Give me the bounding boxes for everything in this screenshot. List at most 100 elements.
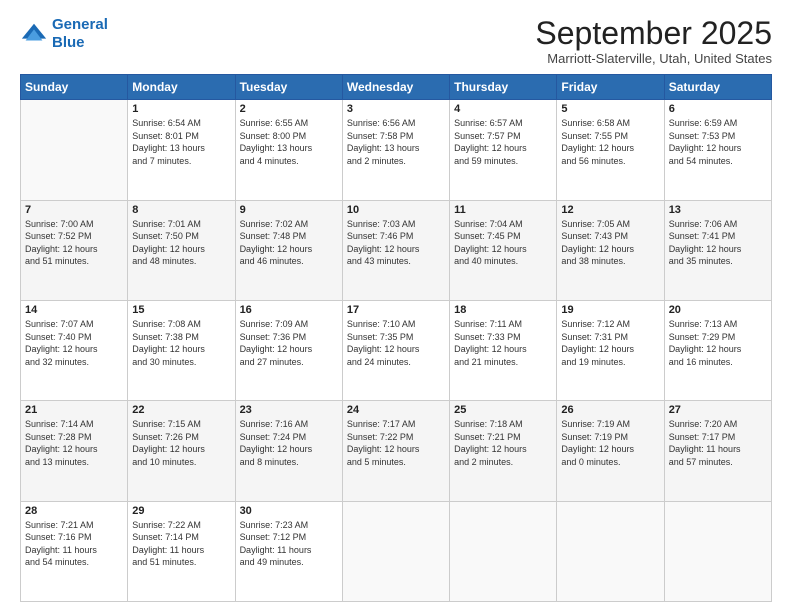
day-number: 16 [240, 304, 338, 316]
day-info: Sunrise: 7:23 AM Sunset: 7:12 PM Dayligh… [240, 519, 338, 569]
col-tuesday: Tuesday [235, 75, 342, 100]
col-friday: Friday [557, 75, 664, 100]
day-number: 29 [132, 505, 230, 517]
day-number: 13 [669, 204, 767, 216]
table-row: 13Sunrise: 7:06 AM Sunset: 7:41 PM Dayli… [664, 200, 771, 300]
day-number: 2 [240, 103, 338, 115]
col-wednesday: Wednesday [342, 75, 449, 100]
table-row [342, 501, 449, 601]
day-info: Sunrise: 6:58 AM Sunset: 7:55 PM Dayligh… [561, 117, 659, 167]
table-row: 21Sunrise: 7:14 AM Sunset: 7:28 PM Dayli… [21, 401, 128, 501]
day-info: Sunrise: 7:01 AM Sunset: 7:50 PM Dayligh… [132, 218, 230, 268]
col-sunday: Sunday [21, 75, 128, 100]
day-number: 22 [132, 404, 230, 416]
day-info: Sunrise: 7:05 AM Sunset: 7:43 PM Dayligh… [561, 218, 659, 268]
table-row: 18 Sunrise: 7:11 AM Sunset: 7:33 PM Dayli… [450, 300, 557, 400]
day-number: 5 [561, 103, 659, 115]
logo-text: General Blue [52, 16, 108, 52]
table-row: 5 Sunrise: 6:58 AM Sunset: 7:55 PM Daylig… [557, 100, 664, 200]
day-info: Sunrise: 6:59 AM Sunset: 7:53 PM Dayligh… [669, 117, 767, 167]
day-info: Sunrise: 7:07 AM Sunset: 7:40 PM Dayligh… [25, 318, 123, 368]
day-info: Sunrise: 6:57 AM Sunset: 7:57 PM Dayligh… [454, 117, 552, 167]
subtitle: Marriott-Slaterville, Utah, United State… [535, 51, 772, 66]
table-row: 19 Sunrise: 7:12 AM Sunset: 7:31 PM Dayli… [557, 300, 664, 400]
day-number: 28 [25, 505, 123, 517]
day-info: Sunrise: 7:13 AM Sunset: 7:29 PM Dayligh… [669, 318, 767, 368]
table-row: 26 Sunrise: 7:19 AM Sunset: 7:19 PM Dayli… [557, 401, 664, 501]
day-info: Sunrise: 6:55 AM Sunset: 8:00 PM Dayligh… [240, 117, 338, 167]
table-row: 30 Sunrise: 7:23 AM Sunset: 7:12 PM Dayli… [235, 501, 342, 601]
day-info: Sunrise: 7:15 AM Sunset: 7:26 PM Dayligh… [132, 418, 230, 468]
table-row: 3 Sunrise: 6:56 AM Sunset: 7:58 PM Daylig… [342, 100, 449, 200]
col-monday: Monday [128, 75, 235, 100]
main-title: September 2025 [535, 16, 772, 51]
day-number: 10 [347, 204, 445, 216]
table-row: 25 Sunrise: 7:18 AM Sunset: 7:21 PM Dayli… [450, 401, 557, 501]
calendar-table: Sunday Monday Tuesday Wednesday Thursday… [20, 74, 772, 602]
day-number: 30 [240, 505, 338, 517]
day-number: 18 [454, 304, 552, 316]
day-info: Sunrise: 6:56 AM Sunset: 7:58 PM Dayligh… [347, 117, 445, 167]
day-number: 6 [669, 103, 767, 115]
day-info: Sunrise: 7:08 AM Sunset: 7:38 PM Dayligh… [132, 318, 230, 368]
day-info: Sunrise: 7:17 AM Sunset: 7:22 PM Dayligh… [347, 418, 445, 468]
day-number: 27 [669, 404, 767, 416]
calendar-week-row: 28 Sunrise: 7:21 AM Sunset: 7:16 PM Dayli… [21, 501, 772, 601]
day-number: 15 [132, 304, 230, 316]
day-number: 4 [454, 103, 552, 115]
table-row: 2 Sunrise: 6:55 AM Sunset: 8:00 PM Daylig… [235, 100, 342, 200]
day-info: Sunrise: 7:10 AM Sunset: 7:35 PM Dayligh… [347, 318, 445, 368]
table-row: 16 Sunrise: 7:09 AM Sunset: 7:36 PM Dayli… [235, 300, 342, 400]
day-info: Sunrise: 7:21 AM Sunset: 7:16 PM Dayligh… [25, 519, 123, 569]
table-row [557, 501, 664, 601]
day-info: Sunrise: 7:00 AM Sunset: 7:52 PM Dayligh… [25, 218, 123, 268]
table-row: 8 Sunrise: 7:01 AM Sunset: 7:50 PM Daylig… [128, 200, 235, 300]
table-row: 24Sunrise: 7:17 AM Sunset: 7:22 PM Dayli… [342, 401, 449, 501]
table-row [664, 501, 771, 601]
day-number: 26 [561, 404, 659, 416]
day-number: 20 [669, 304, 767, 316]
table-row: 7Sunrise: 7:00 AM Sunset: 7:52 PM Daylig… [21, 200, 128, 300]
table-row: 4 Sunrise: 6:57 AM Sunset: 7:57 PM Daylig… [450, 100, 557, 200]
day-info: Sunrise: 7:09 AM Sunset: 7:36 PM Dayligh… [240, 318, 338, 368]
table-row: 28 Sunrise: 7:21 AM Sunset: 7:16 PM Dayli… [21, 501, 128, 601]
day-number: 23 [240, 404, 338, 416]
day-info: Sunrise: 7:20 AM Sunset: 7:17 PM Dayligh… [669, 418, 767, 468]
calendar-week-row: 7Sunrise: 7:00 AM Sunset: 7:52 PM Daylig… [21, 200, 772, 300]
table-row: 12 Sunrise: 7:05 AM Sunset: 7:43 PM Dayli… [557, 200, 664, 300]
table-row: 11 Sunrise: 7:04 AM Sunset: 7:45 PM Dayli… [450, 200, 557, 300]
day-number: 8 [132, 204, 230, 216]
calendar-week-row: 1Sunrise: 6:54 AM Sunset: 8:01 PM Daylig… [21, 100, 772, 200]
day-info: Sunrise: 7:12 AM Sunset: 7:31 PM Dayligh… [561, 318, 659, 368]
day-info: Sunrise: 7:04 AM Sunset: 7:45 PM Dayligh… [454, 218, 552, 268]
col-thursday: Thursday [450, 75, 557, 100]
day-info: Sunrise: 7:16 AM Sunset: 7:24 PM Dayligh… [240, 418, 338, 468]
header: General Blue September 2025 Marriott-Sla… [20, 16, 772, 66]
table-row [21, 100, 128, 200]
title-block: September 2025 Marriott-Slaterville, Uta… [535, 16, 772, 66]
table-row: 10 Sunrise: 7:03 AM Sunset: 7:46 PM Dayli… [342, 200, 449, 300]
table-row: 9Sunrise: 7:02 AM Sunset: 7:48 PM Daylig… [235, 200, 342, 300]
day-info: Sunrise: 7:02 AM Sunset: 7:48 PM Dayligh… [240, 218, 338, 268]
day-number: 17 [347, 304, 445, 316]
day-info: Sunrise: 7:11 AM Sunset: 7:33 PM Dayligh… [454, 318, 552, 368]
day-number: 11 [454, 204, 552, 216]
day-number: 3 [347, 103, 445, 115]
table-row: 23 Sunrise: 7:16 AM Sunset: 7:24 PM Dayli… [235, 401, 342, 501]
day-info: Sunrise: 7:19 AM Sunset: 7:19 PM Dayligh… [561, 418, 659, 468]
page: General Blue September 2025 Marriott-Sla… [0, 0, 792, 612]
table-row [450, 501, 557, 601]
calendar-week-row: 21Sunrise: 7:14 AM Sunset: 7:28 PM Dayli… [21, 401, 772, 501]
day-info: Sunrise: 7:18 AM Sunset: 7:21 PM Dayligh… [454, 418, 552, 468]
logo: General Blue [20, 16, 108, 52]
day-number: 12 [561, 204, 659, 216]
day-info: Sunrise: 7:03 AM Sunset: 7:46 PM Dayligh… [347, 218, 445, 268]
day-number: 19 [561, 304, 659, 316]
table-row: 27 Sunrise: 7:20 AM Sunset: 7:17 PM Dayli… [664, 401, 771, 501]
day-info: Sunrise: 7:22 AM Sunset: 7:14 PM Dayligh… [132, 519, 230, 569]
day-number: 21 [25, 404, 123, 416]
day-number: 25 [454, 404, 552, 416]
table-row: 15 Sunrise: 7:08 AM Sunset: 7:38 PM Dayli… [128, 300, 235, 400]
col-saturday: Saturday [664, 75, 771, 100]
table-row: 20 Sunrise: 7:13 AM Sunset: 7:29 PM Dayli… [664, 300, 771, 400]
